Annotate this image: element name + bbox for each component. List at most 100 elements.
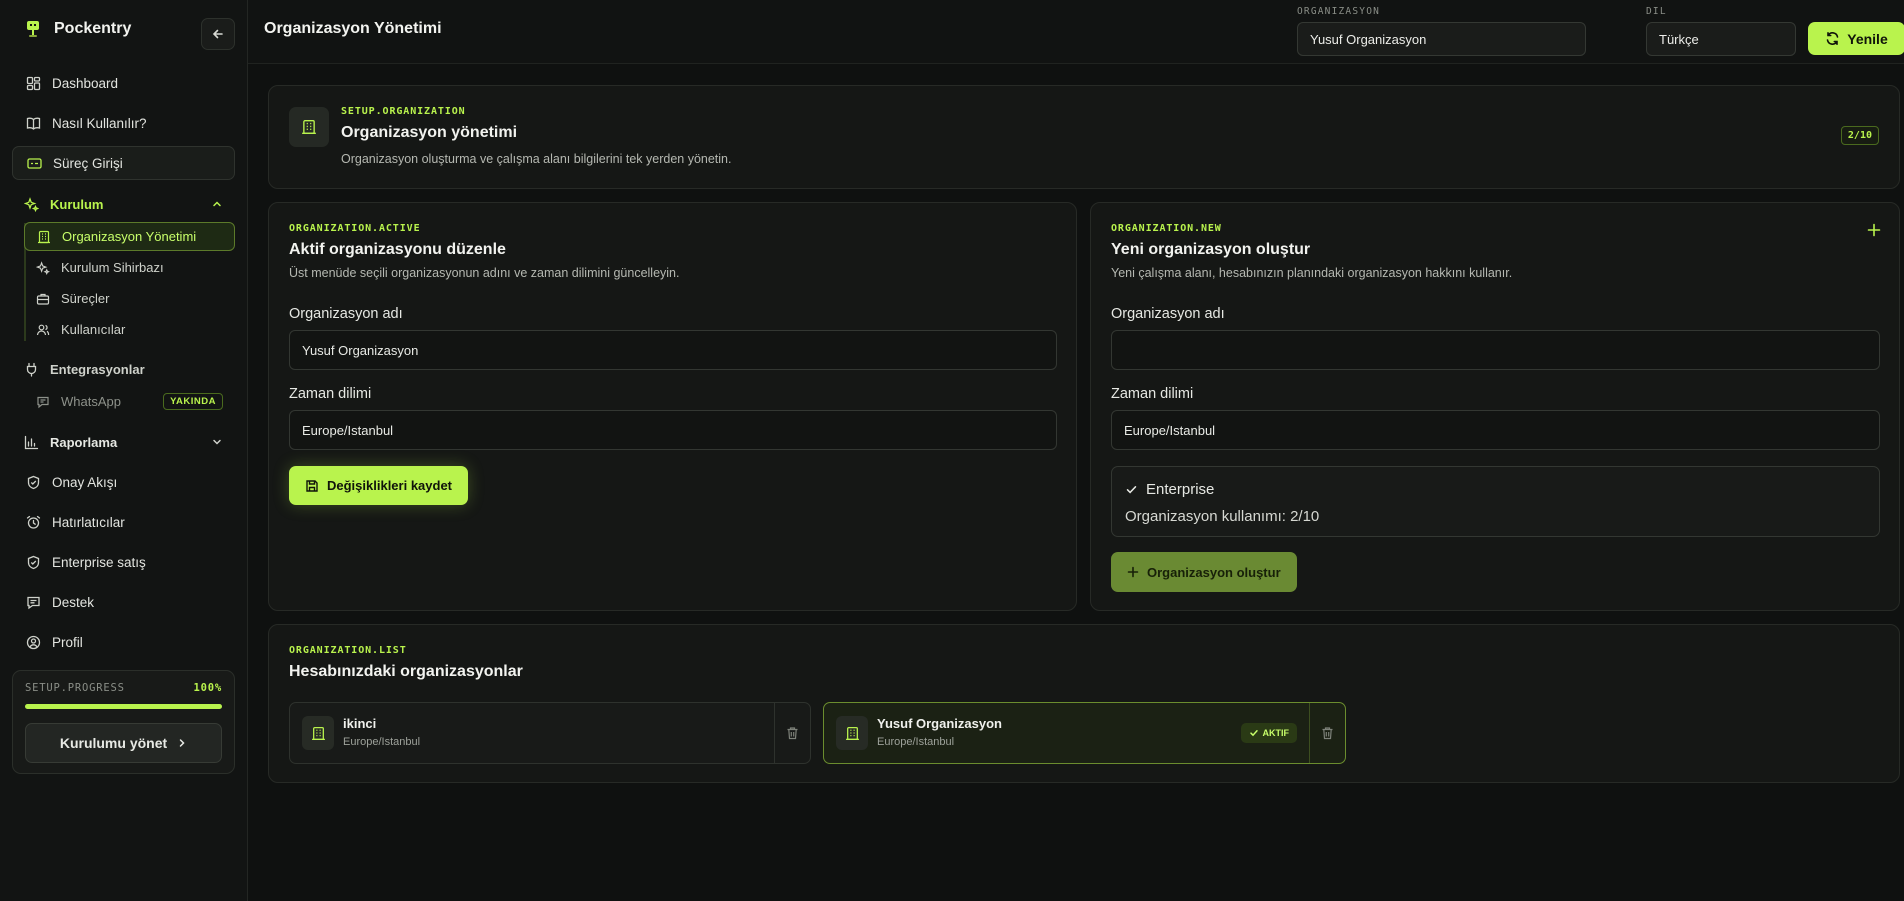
timezone-label: Zaman dilimi [289, 386, 372, 402]
sidebar-item-label: Nasıl Kullanılır? [52, 115, 147, 131]
organization-name: ikinci [343, 716, 377, 731]
timezone-select[interactable]: Europe/Istanbul [289, 410, 1057, 450]
alarm-clock-icon [26, 515, 41, 530]
terminal-box-icon [27, 156, 42, 171]
organization-list-item[interactable]: ikinci Europe/Istanbul [289, 702, 811, 764]
intro-tag: SETUP.ORGANIZATION [341, 106, 466, 117]
bar-chart-icon [24, 435, 39, 450]
sidebar-item-reminders[interactable]: Hatırlatıcılar [12, 505, 235, 539]
users-icon [36, 323, 50, 337]
building-icon-box [289, 107, 329, 147]
new-organization-name-label: Organizasyon adı [1111, 306, 1225, 322]
create-organization-button[interactable]: Organizasyon oluştur [1111, 552, 1297, 592]
section-label: Raporlama [50, 434, 118, 450]
refresh-button[interactable]: Yenile [1808, 22, 1904, 55]
sidebar-section-integrations[interactable]: Entegrasyonlar [12, 355, 235, 383]
sidebar-item-label: Dashboard [52, 75, 119, 91]
manage-setup-label: Kurulumu yönet [59, 735, 168, 751]
active-status-label: AKTIF [1262, 728, 1290, 738]
new-card-tag: ORGANIZATION.NEW [1111, 223, 1222, 234]
shield-check-icon [26, 555, 41, 570]
brand-name: Pockentry [54, 20, 132, 37]
sidebar-item-label: WhatsApp [61, 394, 121, 409]
sidebar-section-reporting[interactable]: Raporlama [12, 428, 235, 456]
organization-name-input[interactable]: Yusuf Organizasyon [289, 330, 1057, 370]
organization-list-item-active[interactable]: Yusuf Organizasyon Europe/Istanbul AKTIF [823, 702, 1346, 764]
delete-organization-button[interactable] [774, 703, 810, 763]
sidebar-section-setup[interactable]: Kurulum [12, 190, 235, 218]
active-status-badge: AKTIF [1240, 723, 1297, 743]
list-card-tag: ORGANIZATION.LIST [289, 645, 407, 656]
setup-progress-card: SETUP.PROGRESS 100% Kurulumu yönet [12, 670, 235, 774]
step-badge: 2/10 [1840, 126, 1879, 145]
plan-name: Enterprise [1146, 481, 1215, 498]
new-timezone-select[interactable]: Europe/Istanbul [1111, 410, 1880, 450]
active-card-description: Üst menüde seçili organizasyonun adını v… [289, 266, 680, 280]
plan-info-box: Enterprise Organizasyon kullanımı: 2/10 [1111, 466, 1880, 537]
organization-select-label: ORGANIZASYON [1297, 6, 1381, 17]
intro-card: SETUP.ORGANIZATION Organizasyon yönetimi… [268, 85, 1900, 189]
sidebar-item-process-entry[interactable]: Süreç Girişi [12, 146, 235, 180]
sidebar-item-label: Hatırlatıcılar [52, 514, 125, 530]
message-square-icon [36, 395, 50, 409]
manage-setup-button[interactable]: Kurulumu yönet [25, 723, 222, 763]
sidebar-item-how-to[interactable]: Nasıl Kullanılır? [12, 106, 235, 140]
chevron-right-icon [177, 738, 187, 748]
briefcase-icon [36, 292, 50, 306]
check-icon [1125, 483, 1138, 496]
sidebar-item-approval-flow[interactable]: Onay Akışı [12, 465, 235, 499]
brand[interactable]: Pockentry [24, 16, 131, 42]
top-bar: Organizasyon Yönetimi ORGANIZASYON Yusuf… [248, 0, 1904, 64]
building-icon [302, 716, 334, 750]
new-card-title: Yeni organizasyon oluştur [1111, 241, 1311, 258]
plus-icon[interactable] [1866, 222, 1884, 240]
new-organization-card: ORGANIZATION.NEW Yeni organizasyon oluşt… [1090, 202, 1900, 611]
sidebar-item-label: Kullanıcılar [61, 322, 126, 337]
setup-progress-value: 100% [193, 682, 222, 694]
check-icon [1249, 728, 1259, 738]
refresh-icon [1825, 31, 1840, 46]
sidebar-item-whatsapp[interactable]: WhatsApp YAKINDA [24, 387, 235, 416]
plug-icon [24, 362, 39, 377]
chat-icon [26, 595, 41, 610]
active-card-tag: ORGANIZATION.ACTIVE [289, 223, 421, 234]
sidebar-item-setup-wizard[interactable]: Kurulum Sihirbazı [24, 253, 235, 282]
sidebar-item-label: Enterprise satış [52, 554, 146, 570]
language-select[interactable]: Türkçe [1646, 22, 1796, 56]
save-changes-button[interactable]: Değişiklikleri kaydet [289, 466, 468, 505]
organization-name-label: Organizasyon adı [289, 306, 403, 322]
building-icon [836, 716, 868, 750]
sparkle-icon [24, 196, 39, 212]
chevron-down-icon [211, 436, 223, 448]
dashboard-grid-icon [26, 76, 41, 91]
setup-progress-fill [25, 704, 222, 709]
sidebar-item-organization-management[interactable]: Organizasyon Yönetimi [24, 222, 235, 251]
sidebar-item-label: Profil [52, 634, 83, 650]
setup-progress-label: SETUP.PROGRESS [25, 682, 125, 694]
active-card-title: Aktif organizasyonu düzenle [289, 241, 506, 258]
organization-list-card: ORGANIZATION.LIST Hesabınızdaki organiza… [268, 624, 1900, 783]
trash-icon [1321, 726, 1334, 740]
new-organization-name-input[interactable] [1111, 330, 1880, 370]
sidebar-item-profile[interactable]: Profil [12, 625, 235, 659]
organization-select[interactable]: Yusuf Organizasyon [1297, 22, 1586, 56]
new-timezone-label: Zaman dilimi [1111, 386, 1194, 402]
collapse-sidebar-button[interactable] [201, 18, 235, 50]
sidebar-item-label: Süreç Girişi [53, 155, 123, 171]
delete-organization-button[interactable] [1309, 703, 1345, 763]
list-card-title: Hesabınızdaki organizasyonlar [289, 663, 523, 680]
sidebar-item-enterprise-sales[interactable]: Enterprise satış [12, 545, 235, 579]
book-icon [26, 116, 41, 131]
arrow-left-icon [211, 27, 225, 41]
new-card-description: Yeni çalışma alanı, hesabınızın planında… [1111, 266, 1513, 280]
sidebar-item-dashboard[interactable]: Dashboard [12, 66, 235, 100]
sidebar-item-processes[interactable]: Süreçler [24, 284, 235, 313]
building-icon [301, 119, 317, 135]
save-changes-label: Değişiklikleri kaydet [327, 478, 453, 493]
sidebar-item-support[interactable]: Destek [12, 585, 235, 619]
create-organization-label: Organizasyon oluştur [1147, 564, 1281, 580]
building-icon [37, 230, 51, 244]
sidebar-item-users[interactable]: Kullanıcılar [24, 315, 235, 344]
plus-icon [1127, 566, 1139, 578]
shield-check-icon [26, 475, 41, 490]
